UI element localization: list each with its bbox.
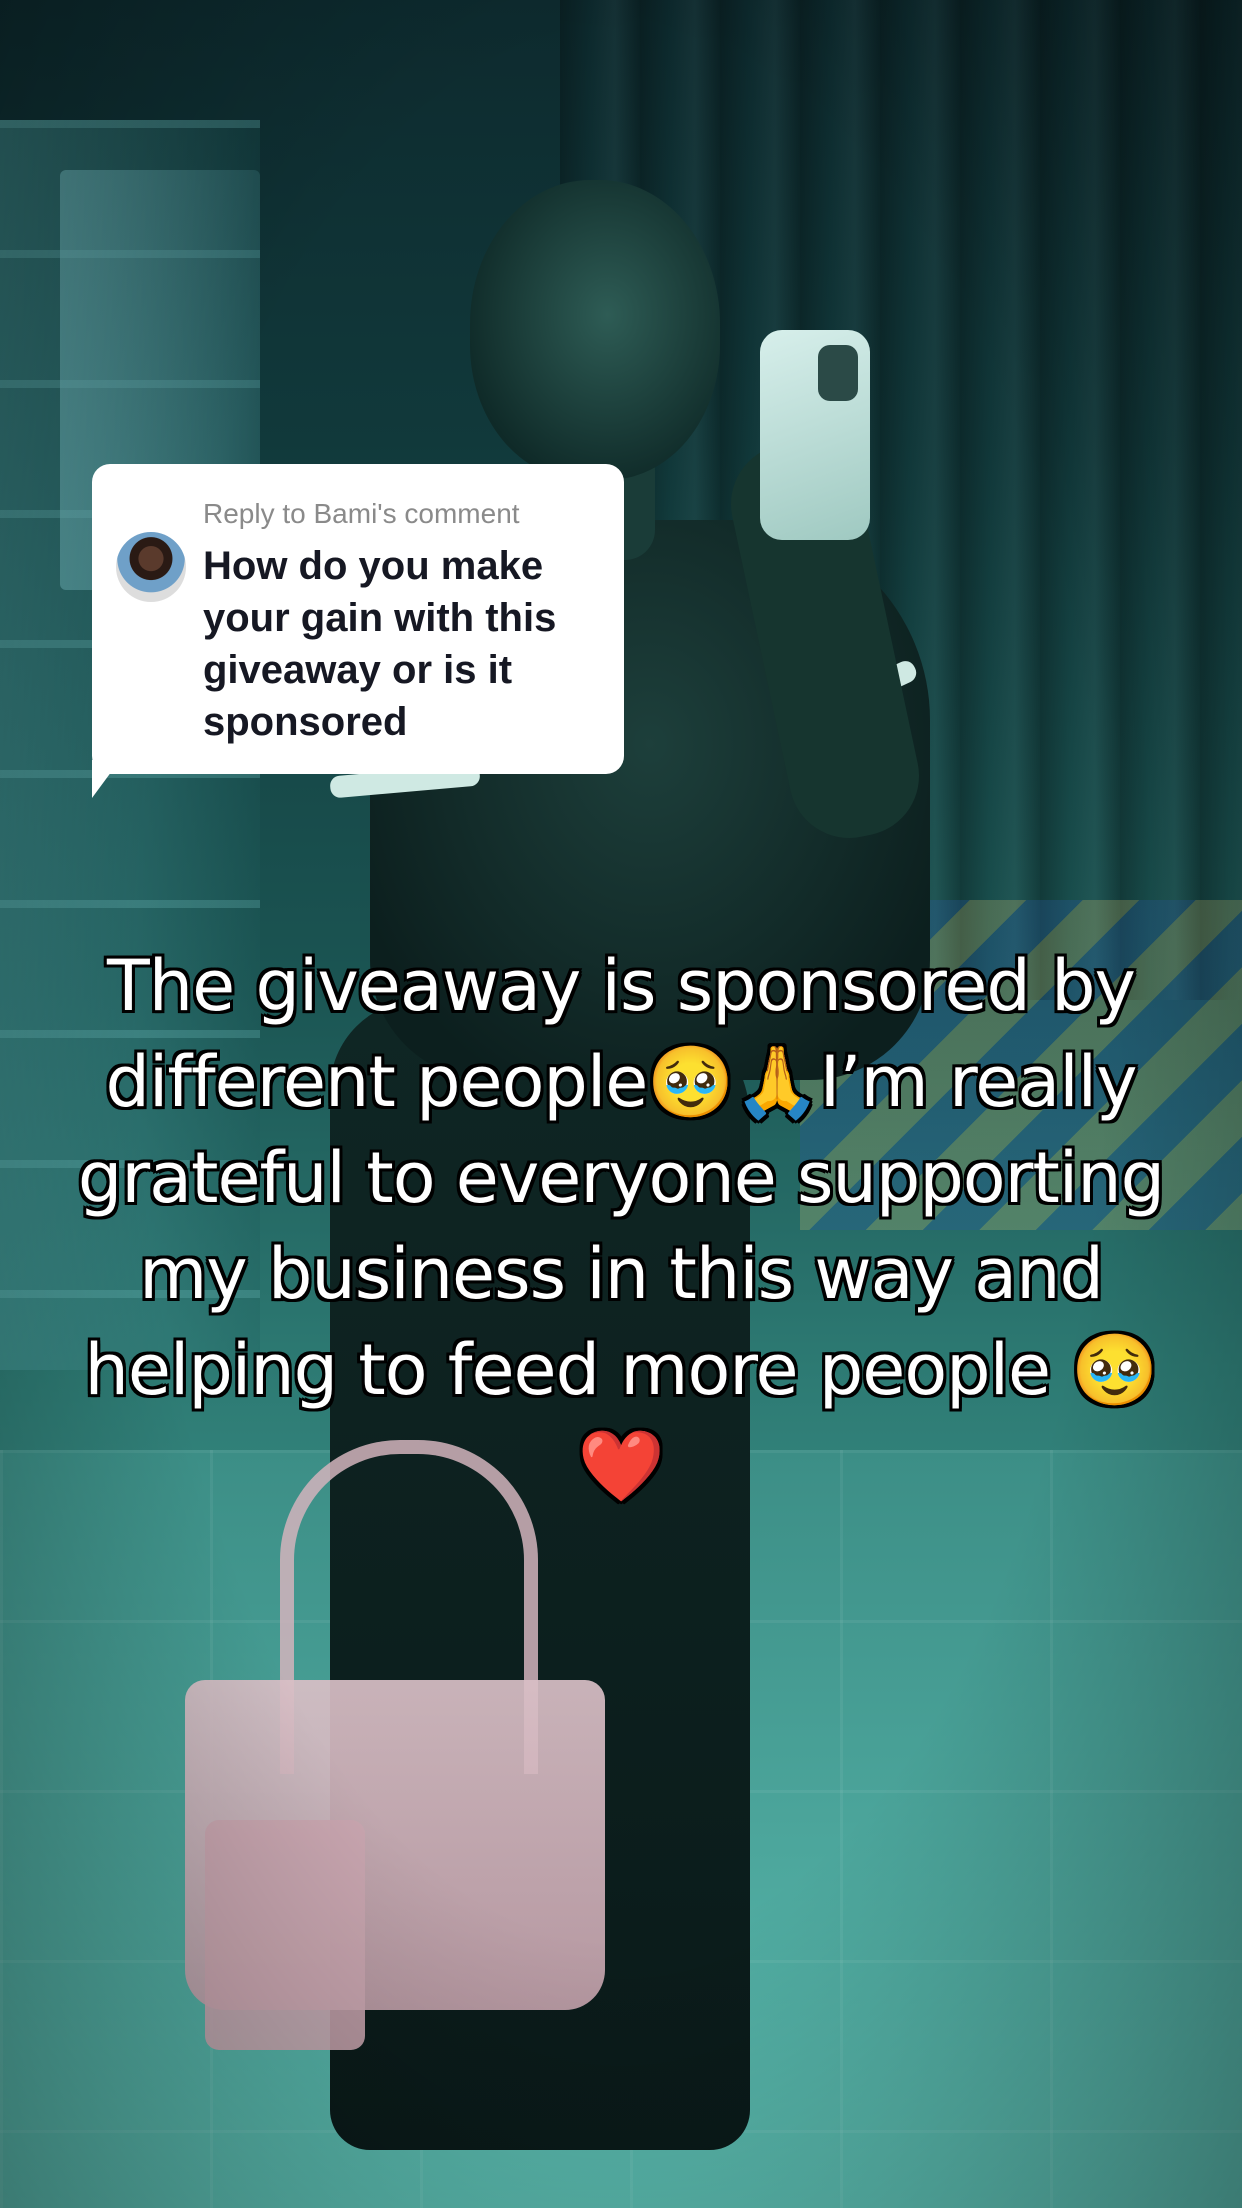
reply-card-tail	[92, 760, 120, 798]
reply-comment-card[interactable]: Reply to Bami's comment How do you make …	[92, 464, 624, 774]
reply-comment-text: How do you make your gain with this give…	[203, 544, 557, 744]
video-caption: The giveaway is sponsored by different p…	[77, 945, 1165, 1507]
commenter-avatar[interactable]	[116, 532, 186, 602]
reply-label: Reply to Bami's comment	[203, 498, 520, 529]
